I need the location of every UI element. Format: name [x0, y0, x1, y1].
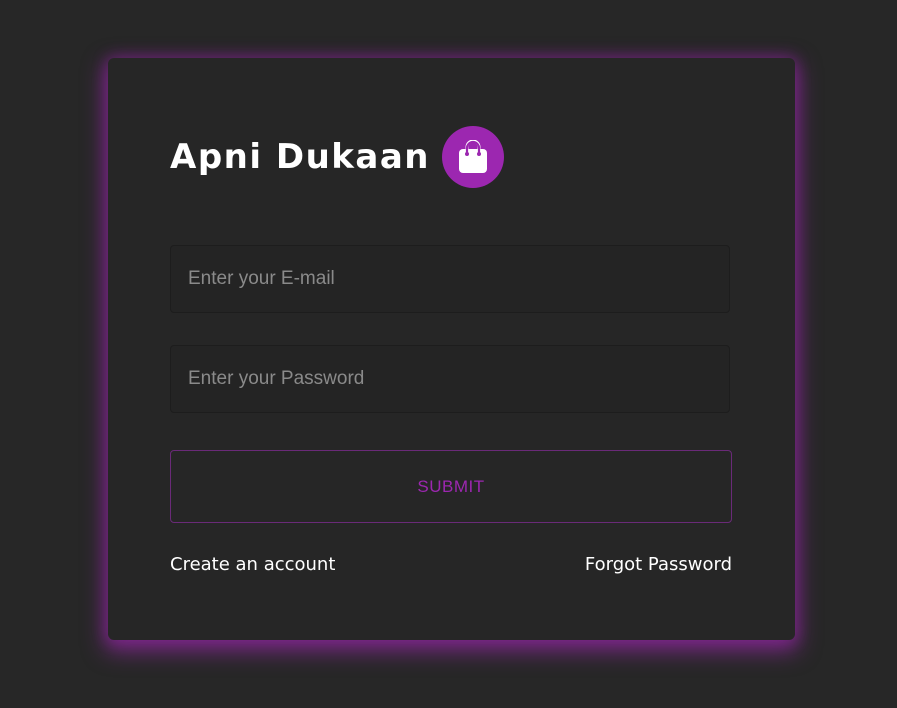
password-field[interactable] — [170, 345, 730, 413]
create-account-link[interactable]: Create an account — [170, 554, 335, 575]
login-card: Apni Dukaan SUBMIT Create an account For… — [108, 58, 795, 640]
brand-title: Apni Dukaan — [170, 137, 430, 177]
forgot-password-link[interactable]: Forgot Password — [585, 554, 732, 575]
brand-header: Apni Dukaan — [170, 126, 504, 188]
email-field[interactable] — [170, 245, 730, 313]
shopping-bag-icon — [441, 126, 504, 188]
submit-button[interactable]: SUBMIT — [170, 450, 732, 523]
